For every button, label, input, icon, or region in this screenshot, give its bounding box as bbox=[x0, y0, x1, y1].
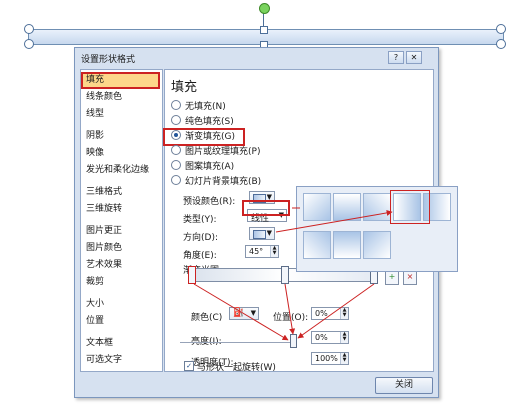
sidebar-item-line-color[interactable]: 线条颜色 bbox=[82, 90, 159, 105]
rotation-handle[interactable] bbox=[259, 3, 270, 14]
spin-arrows-icon[interactable]: ▲ ▼ bbox=[340, 308, 348, 319]
transparency-spinner[interactable]: 100% ▲ ▼ bbox=[311, 352, 349, 365]
resize-handle-top-left[interactable] bbox=[24, 24, 34, 34]
close-button[interactable]: 关闭 bbox=[375, 377, 433, 394]
sidebar-item-glow[interactable]: 发光和柔化边缘 bbox=[82, 163, 159, 178]
stop-color-picker[interactable]: ⛽ ▼ bbox=[229, 307, 259, 320]
radio-no-fill[interactable]: 无填充(N) bbox=[171, 100, 226, 112]
stop-color-label: 颜色(C) bbox=[191, 313, 223, 323]
sidebar-item-artistic-effects[interactable]: 艺术效果 bbox=[82, 258, 159, 273]
dialog-title: 设置形状格式 bbox=[81, 55, 136, 65]
transparency-slider-track[interactable] bbox=[180, 342, 290, 343]
sidebar-item-shadow[interactable]: 阴影 bbox=[82, 129, 159, 144]
direction-option-3[interactable] bbox=[363, 193, 391, 221]
category-list: 填充 线条颜色 线型 阴影 映像 发光和柔化边缘 三维格式 三维旋转 图片更正 … bbox=[80, 69, 163, 372]
angle-spinner[interactable]: 45° ▲ ▼ bbox=[245, 245, 279, 258]
direction-option-8[interactable] bbox=[363, 231, 391, 259]
gradient-stop-1[interactable] bbox=[188, 266, 196, 284]
stop-position-spinner[interactable]: 0% ▲ ▼ bbox=[311, 307, 349, 320]
direction-option-6[interactable] bbox=[303, 231, 331, 259]
radio-icon bbox=[171, 175, 181, 185]
resize-handle-top-right[interactable] bbox=[496, 24, 506, 34]
gradient-swatch-icon bbox=[253, 230, 266, 239]
resize-handle-top[interactable] bbox=[260, 26, 268, 34]
sidebar-item-size[interactable]: 大小 bbox=[82, 297, 159, 312]
radio-icon bbox=[171, 100, 181, 110]
direction-picker[interactable]: ▼ bbox=[249, 227, 275, 240]
direction-gallery bbox=[296, 186, 458, 272]
rotate-with-shape-label: 与形状一起旋转(W) bbox=[197, 363, 276, 373]
radio-icon bbox=[171, 160, 181, 170]
radio-icon bbox=[171, 115, 181, 125]
spin-arrows-icon[interactable]: ▲ ▼ bbox=[270, 246, 278, 257]
close-icon[interactable]: ✕ bbox=[406, 51, 422, 64]
sidebar-item-3d-format[interactable]: 三维格式 bbox=[82, 185, 159, 200]
sidebar-item-fill[interactable]: 填充 bbox=[81, 72, 160, 89]
resize-handle-bottom-left[interactable] bbox=[24, 39, 34, 49]
preset-colors-label: 预设颜色(R): bbox=[183, 197, 236, 207]
title-bar[interactable]: 设置形状格式 ? ✕ bbox=[75, 48, 438, 66]
type-label: 类型(Y): bbox=[183, 215, 217, 225]
radio-picture-fill[interactable]: 图片或纹理填充(P) bbox=[171, 145, 260, 157]
gradient-fill-highlight bbox=[163, 128, 245, 146]
panel-heading: 填充 bbox=[171, 80, 198, 95]
sidebar-item-crop[interactable]: 裁剪 bbox=[82, 275, 159, 290]
direction-label: 方向(D): bbox=[183, 233, 218, 243]
radio-pattern-fill[interactable]: 图案填充(A) bbox=[171, 160, 234, 172]
chevron-down-icon: ▼ bbox=[266, 229, 272, 237]
brightness-spinner[interactable]: 0% ▲ ▼ bbox=[311, 331, 349, 344]
help-button[interactable]: ? bbox=[388, 51, 404, 64]
paint-bucket-icon: ⛽ bbox=[233, 308, 245, 318]
direction-option-1[interactable] bbox=[303, 193, 331, 221]
type-highlight bbox=[242, 200, 290, 216]
sidebar-item-3d-rotation[interactable]: 三维旋转 bbox=[82, 202, 159, 217]
radio-solid-fill[interactable]: 纯色填充(S) bbox=[171, 115, 234, 127]
direction-option-7[interactable] bbox=[333, 231, 361, 259]
spin-arrows-icon[interactable]: ▲ ▼ bbox=[340, 332, 348, 343]
brightness-label: 亮度(I): bbox=[191, 337, 222, 347]
radio-background-fill[interactable]: 幻灯片背景填充(B) bbox=[171, 175, 261, 187]
stop-position-label: 位置(O): bbox=[273, 313, 309, 323]
selected-direction-highlight bbox=[390, 190, 430, 224]
rotate-with-shape-checkbox[interactable]: ✓ bbox=[184, 361, 194, 371]
sidebar-item-line-style[interactable]: 线型 bbox=[82, 107, 159, 122]
direction-option-2[interactable] bbox=[333, 193, 361, 221]
sidebar-item-picture-color[interactable]: 图片颜色 bbox=[82, 241, 159, 256]
angle-label: 角度(E): bbox=[183, 251, 217, 261]
sidebar-item-text-box[interactable]: 文本框 bbox=[82, 336, 159, 351]
transparency-slider-thumb[interactable] bbox=[290, 334, 297, 348]
sidebar-item-position[interactable]: 位置 bbox=[82, 314, 159, 329]
chevron-down-icon: ▼ bbox=[250, 309, 256, 317]
spin-arrows-icon[interactable]: ▲ ▼ bbox=[340, 353, 348, 364]
sidebar-item-alt-text[interactable]: 可选文字 bbox=[82, 353, 159, 368]
sidebar-item-reflection[interactable]: 映像 bbox=[82, 146, 159, 161]
sidebar-item-picture-corrections[interactable]: 图片更正 bbox=[82, 224, 159, 239]
radio-icon bbox=[171, 145, 181, 155]
gradient-stop-2[interactable] bbox=[281, 266, 289, 284]
resize-handle-bottom-right[interactable] bbox=[496, 39, 506, 49]
